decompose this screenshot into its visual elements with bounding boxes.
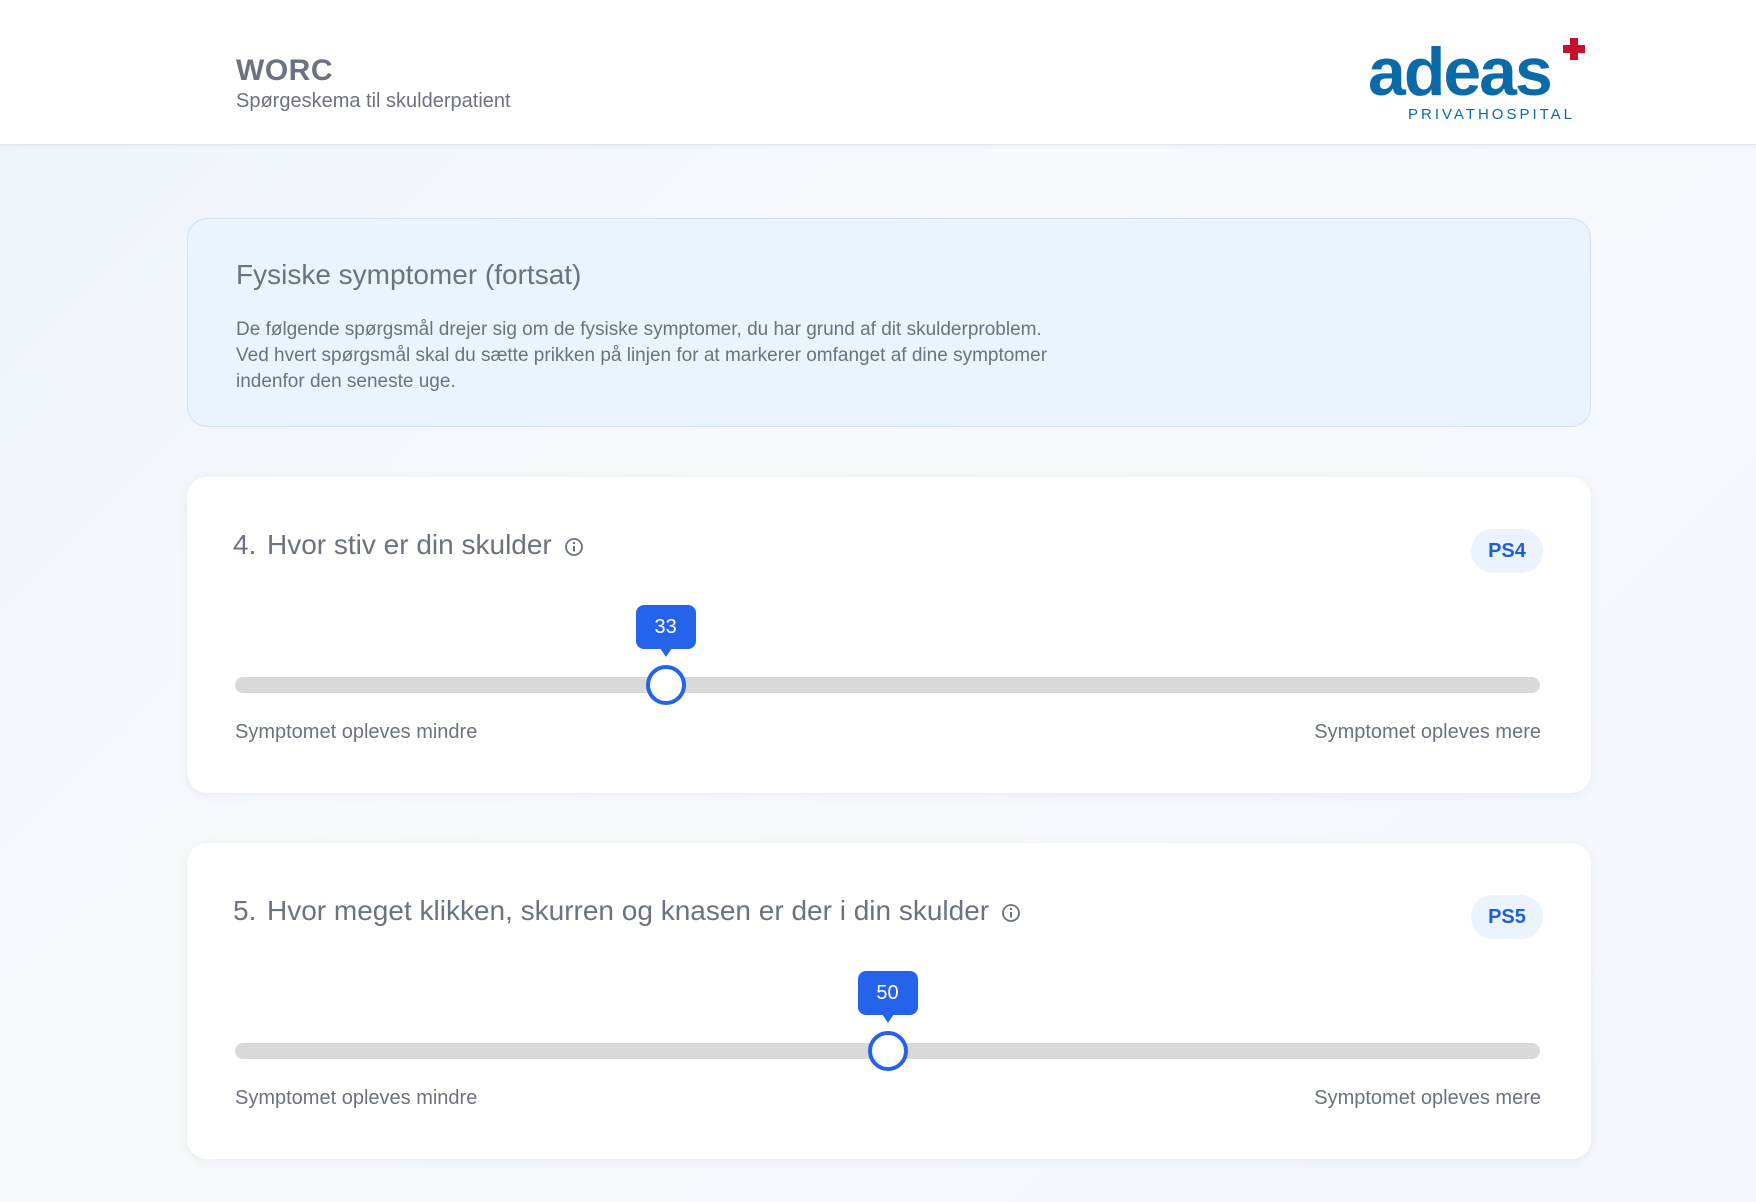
slider-track[interactable] <box>235 677 1540 693</box>
description-line: Ved hvert spørgsmål skal du sætte prikke… <box>236 345 1048 366</box>
question-card: 5. Hvor meget klikken, skurren og knasen… <box>187 843 1591 1159</box>
app-header: WORC Spørgeskema til skulderpatient adea… <box>0 0 1756 145</box>
slider-value-tooltip: 33 <box>635 605 696 657</box>
slider-value-tooltip: 50 <box>857 971 918 1023</box>
slider-thumb[interactable] <box>867 1031 908 1071</box>
slider-thumb[interactable] <box>645 665 686 705</box>
adeas-logo: adeas PRIVATHOSPITAL <box>1368 34 1588 126</box>
slider-max-label: Symptomet opleves mere <box>1314 1087 1541 1109</box>
logo-wordmark: adeas <box>1368 34 1553 110</box>
section-intro: Fysiske symptomer (fortsat) De følgende … <box>187 218 1591 427</box>
logo-subtitle: PRIVATHOSPITAL <box>1408 106 1576 123</box>
question-text-wrap: Hvor meget klikken, skurren og knasen er… <box>267 895 1021 927</box>
info-icon[interactable] <box>1001 903 1021 923</box>
description-line: indenfor den seneste uge. <box>236 371 456 392</box>
question-number: 4. <box>233 529 257 560</box>
app-title: WORC <box>236 54 333 87</box>
slider-max-label: Symptomet opleves mere <box>1314 721 1541 743</box>
question-code-badge: PS4 <box>1471 529 1543 573</box>
section-description: De følgende spørgsmål drejer sig om de f… <box>236 317 1156 395</box>
question-card: 4. Hvor stiv er din skulder PS4 33 Sympt… <box>187 477 1591 793</box>
question-text: Hvor stiv er din skulder <box>267 529 552 560</box>
medical-cross-icon <box>1563 38 1585 60</box>
slider-min-label: Symptomet opleves mindre <box>235 721 478 743</box>
question-code-badge: PS5 <box>1471 895 1543 939</box>
section-title: Fysiske symptomer (fortsat) <box>236 259 582 290</box>
slider-min-label: Symptomet opleves mindre <box>235 1087 478 1109</box>
app-subtitle: Spørgeskema til skulderpatient <box>236 90 511 112</box>
question-text: Hvor meget klikken, skurren og knasen er… <box>267 895 990 926</box>
question-text-wrap: Hvor stiv er din skulder <box>267 529 584 561</box>
info-icon[interactable] <box>564 537 584 557</box>
question-number: 5. <box>233 895 257 926</box>
description-line: De følgende spørgsmål drejer sig om de f… <box>236 319 1042 340</box>
